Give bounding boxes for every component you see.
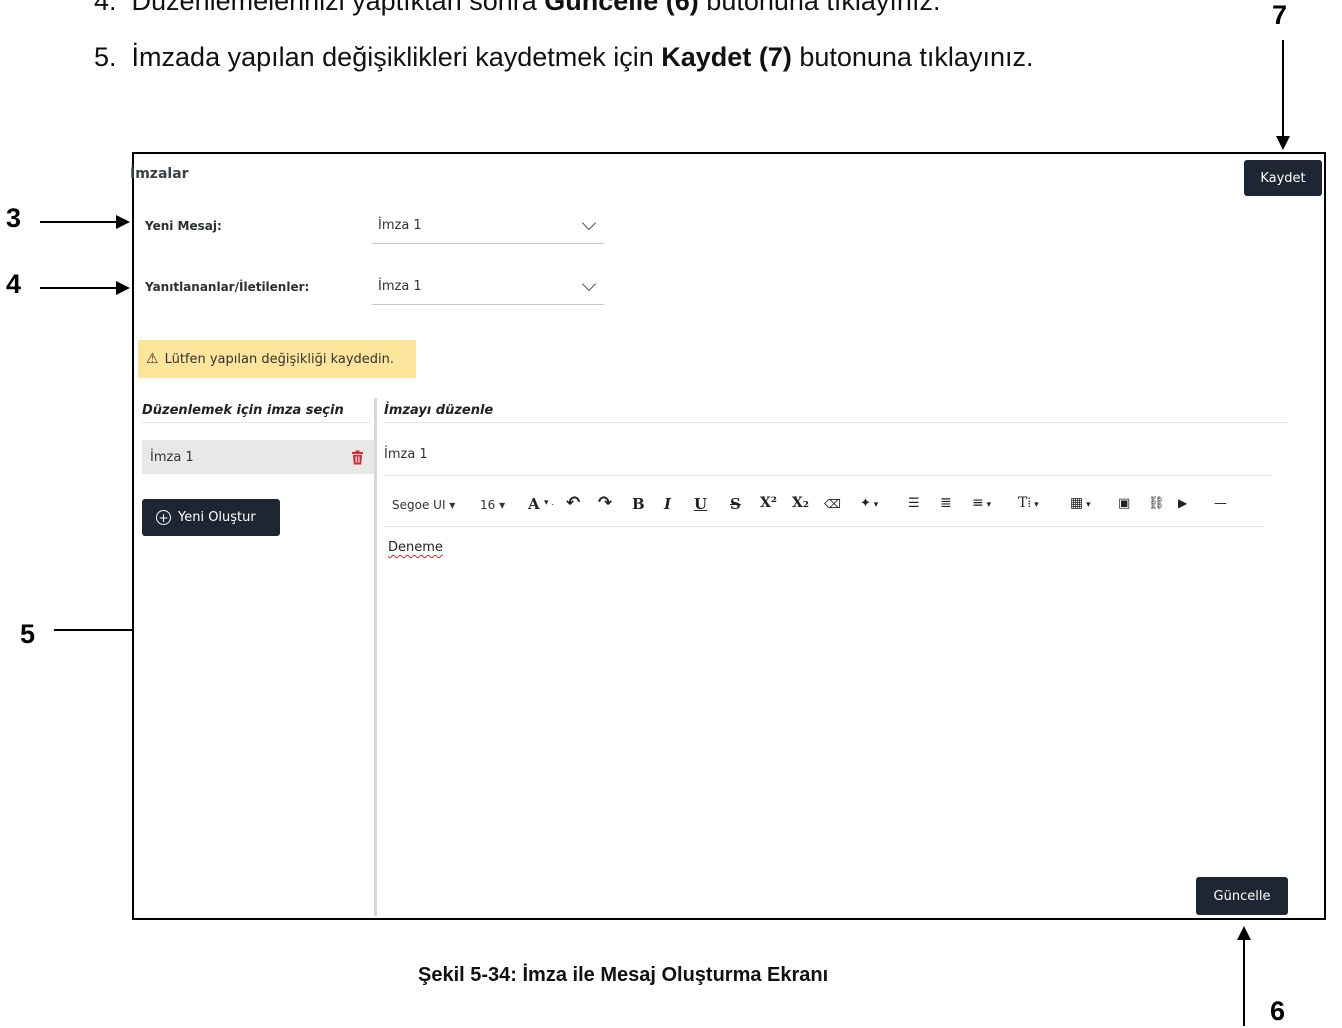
editor-heading-rule [384, 422, 1288, 423]
callout-7-arrow [1276, 136, 1290, 150]
panel-divider [374, 398, 377, 916]
italic-icon[interactable]: I [664, 495, 671, 513]
text-style-icon[interactable]: T⁞ ▾ [1018, 495, 1039, 512]
plus-circle-icon: + [156, 510, 171, 525]
horizontal-rule-icon[interactable]: — [1214, 496, 1227, 511]
instruction-line-5: 5. İmzada yapılan değişiklikleri kaydetm… [94, 42, 1034, 72]
callout-3: 3 [6, 203, 22, 233]
undo-icon[interactable]: ↶ [566, 493, 580, 513]
callout-4: 4 [6, 269, 22, 299]
create-signature-button[interactable]: + Yeni Oluştur [142, 499, 280, 536]
callout-5: 5 [20, 619, 36, 649]
callout-6-line [1243, 940, 1245, 1026]
callout-7: 7 [1272, 0, 1288, 30]
chevron-down-icon [581, 276, 597, 292]
font-color-dropdown-icon[interactable]: ▾ . [544, 498, 554, 508]
editor-content-area[interactable]: Deneme [384, 534, 1288, 864]
callout-4-line [40, 287, 116, 289]
signature-settings-screen: İmzalar Kaydet Yeni Mesaj: İmza 1 Yanıtl… [130, 152, 1326, 920]
link-icon[interactable]: ⛓ [1148, 496, 1165, 511]
instruction-line-4: 4. Düzenlemelerinizi yaptıktan sonra Gün… [94, 0, 941, 16]
save-button[interactable]: Kaydet [1244, 160, 1322, 196]
figure-caption: Şekil 5-34: İmza ile Mesaj Oluşturma Ekr… [418, 964, 829, 986]
new-message-label: Yeni Mesaj: [145, 219, 222, 233]
align-icon[interactable]: ≡ ▾ [972, 495, 991, 511]
font-color-icon[interactable]: A [528, 495, 540, 513]
superscript-icon[interactable]: X² [760, 495, 777, 511]
signature-name-field[interactable]: İmza 1 [384, 447, 1272, 476]
replies-label: Yanıtlananlar/İletilenler: [145, 280, 310, 294]
bold-icon[interactable]: B [632, 495, 645, 513]
font-family-select[interactable]: Segoe UI ▾ [392, 498, 455, 512]
replies-signature-select[interactable]: İmza 1 [372, 269, 604, 305]
signature-list-heading: Düzenlemek için imza seçin [142, 403, 344, 418]
magic-wand-icon[interactable]: ✦ ▾ [860, 496, 878, 511]
numbered-list-icon[interactable]: ≣ [940, 495, 952, 511]
unsaved-warning: ⚠ Lütfen yapılan değişikliği kaydedin. [138, 340, 416, 378]
list-heading-rule [142, 422, 370, 423]
callout-4-arrow [116, 281, 130, 295]
warning-text: Lütfen yapılan değişikliği kaydedin. [164, 351, 395, 367]
chevron-down-icon [581, 215, 597, 231]
signature-name-value: İmza 1 [384, 447, 428, 462]
video-icon[interactable]: ▶ [1178, 496, 1187, 510]
signature-item-name: İmza 1 [150, 449, 194, 465]
page-title: İmzalar [130, 166, 189, 182]
editor-heading: İmzayı düzenle [384, 403, 494, 418]
editor-content-text: Deneme [388, 540, 443, 555]
callout-3-line [40, 221, 116, 223]
trash-icon[interactable] [351, 450, 364, 465]
underline-icon[interactable]: U [694, 495, 707, 513]
callout-6-arrow [1237, 926, 1251, 940]
image-icon[interactable]: ▣ [1118, 496, 1130, 511]
update-button[interactable]: Güncelle [1196, 877, 1288, 915]
new-message-select-value: İmza 1 [378, 218, 422, 233]
signature-list-item[interactable]: İmza 1 [142, 440, 374, 474]
callout-6: 6 [1270, 996, 1286, 1026]
new-message-signature-select[interactable]: İmza 1 [372, 208, 604, 244]
font-size-select[interactable]: 16 ▾ [480, 498, 505, 512]
clear-format-icon[interactable]: ⌫ [824, 497, 841, 511]
table-icon[interactable]: ▦ ▾ [1070, 495, 1091, 511]
callout-7-line [1282, 40, 1284, 136]
redo-icon[interactable]: ↷ [598, 493, 612, 513]
warning-triangle-icon: ⚠ [146, 351, 159, 367]
create-signature-label: Yeni Oluştur [178, 510, 256, 525]
bullet-list-icon[interactable]: ☰ [908, 496, 920, 511]
strikethrough-icon[interactable]: S [730, 495, 741, 513]
subscript-icon[interactable]: X₂ [792, 495, 809, 511]
callout-3-arrow [116, 215, 130, 229]
editor-toolbar: Segoe UI ▾ 16 ▾ A ▾ . ↶ ↷ B I U S X² X₂ … [384, 488, 1264, 527]
replies-select-value: İmza 1 [378, 279, 422, 294]
